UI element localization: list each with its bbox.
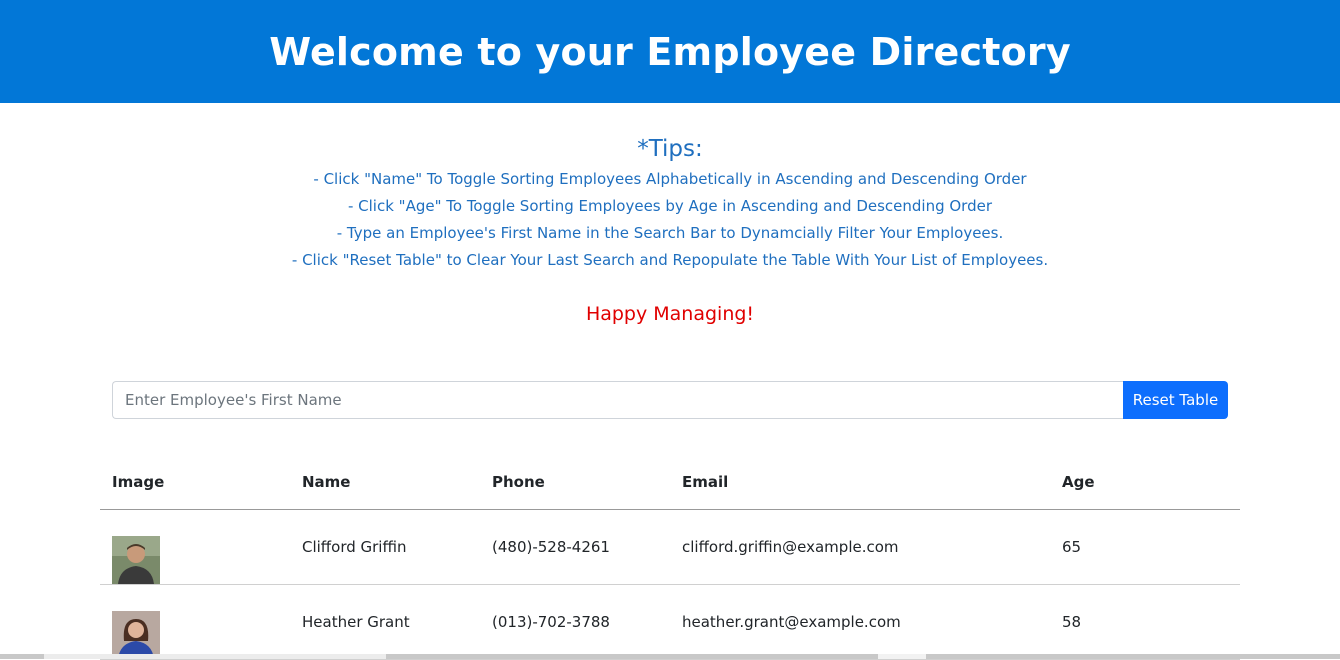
email-cell: clifford.griffin@example.com <box>670 509 1050 585</box>
phone-cell: (480)-528-4261 <box>480 509 670 585</box>
tips-title: *Tips: <box>637 136 703 162</box>
woman-avatar-icon <box>112 611 160 659</box>
man-avatar-icon <box>112 536 160 584</box>
happy-managing-text: Happy Managing! <box>585 303 755 325</box>
page-header: Welcome to your Employee Directory <box>0 0 1340 103</box>
table-row: Heather Grant (013)-702-3788 heather.gra… <box>100 584 1240 660</box>
bottom-strip <box>0 654 1340 659</box>
page-title: Welcome to your Employee Directory <box>269 29 1071 74</box>
image-cell <box>100 584 290 660</box>
reset-table-button[interactable]: Reset Table <box>1123 381 1228 419</box>
tip-line: - Click "Age" To Toggle Sorting Employee… <box>347 197 993 215</box>
table-row: Clifford Griffin (480)-528-4261 clifford… <box>100 509 1240 585</box>
tip-line: - Click "Reset Table" to Clear Your Last… <box>291 251 1049 269</box>
employee-table-container: Image Name Phone Email Age Clifford Grif… <box>100 454 1240 660</box>
search-input[interactable] <box>112 381 1123 419</box>
email-cell: heather.grant@example.com <box>670 584 1050 660</box>
tips-section: *Tips: - Click "Name" To Toggle Sorting … <box>0 132 1340 274</box>
column-header-image: Image <box>100 454 290 510</box>
tip-line: - Type an Employee's First Name in the S… <box>336 224 1004 242</box>
phone-cell: (013)-702-3788 <box>480 584 670 660</box>
name-cell: Clifford Griffin <box>290 509 480 585</box>
age-cell: 65 <box>1050 509 1240 585</box>
table-header-row: Image Name Phone Email Age <box>100 454 1240 510</box>
name-cell: Heather Grant <box>290 584 480 660</box>
age-cell: 58 <box>1050 584 1240 660</box>
bottom-strip-segment <box>44 654 386 659</box>
column-header-age[interactable]: Age <box>1050 454 1240 510</box>
bottom-strip-segment <box>878 654 926 659</box>
tip-line: - Click "Name" To Toggle Sorting Employe… <box>313 170 1027 188</box>
column-header-phone: Phone <box>480 454 670 510</box>
search-bar: Reset Table <box>112 381 1228 419</box>
column-header-name[interactable]: Name <box>290 454 480 510</box>
employee-table: Image Name Phone Email Age Clifford Grif… <box>100 454 1240 660</box>
image-cell <box>100 509 290 585</box>
column-header-email: Email <box>670 454 1050 510</box>
